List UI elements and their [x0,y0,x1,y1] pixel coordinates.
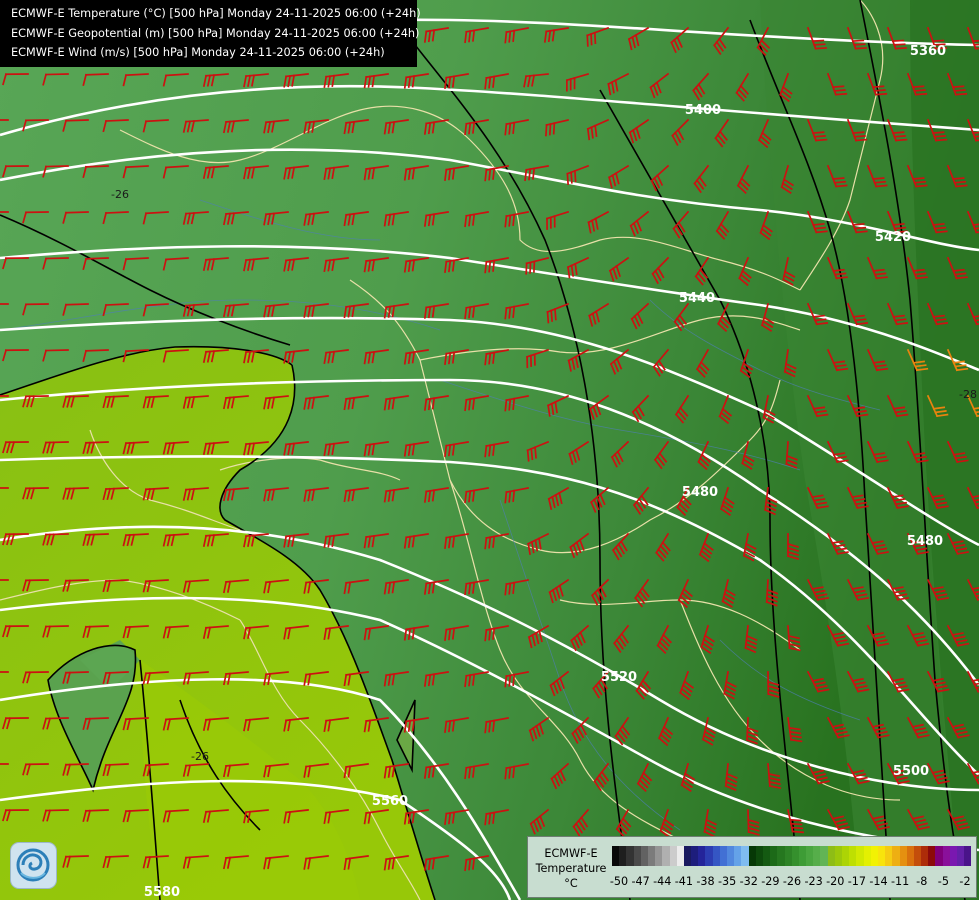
geopotential-label: 5420 [875,230,911,245]
legend-swatch [834,846,842,866]
legend-swatch [647,846,656,866]
legend-swatch [885,846,893,866]
legend-swatch [640,846,648,866]
swirl-logo-graphic [16,848,50,882]
legend-swatch [727,846,735,866]
geopotential-label: 5500 [893,764,929,779]
legend-swatch [612,846,620,866]
legend-swatch [813,846,821,866]
legend-swatch [899,846,907,866]
isotherm-label: -26 [191,750,209,763]
geopotential-label: 5560 [372,794,408,809]
legend-tick-label: -23 [804,875,823,888]
legend-color-scale [612,846,972,866]
legend-swatch [762,846,771,866]
legend-swatch [921,846,929,866]
legend-tick-label: -20 [826,875,845,888]
legend-swatch [949,846,957,866]
legend-swatch [691,846,699,866]
legend-swatch [892,846,900,866]
legend-swatch [619,846,627,866]
legend-swatch [820,846,828,866]
isotherm-label: -26 [111,188,129,201]
legend-title: ECMWF-E Temperature °C [534,846,608,891]
legend-swatch [698,846,706,866]
legend-tick-label: -5 [937,875,949,888]
geopotential-label: 5580 [144,885,180,900]
legend-tick-label: -50 [609,875,629,888]
legend-swatch [755,846,763,866]
legend-swatch [942,846,950,866]
weather-map[interactable]: 5360 5400 5420 5440 5480 5480 5500 5520 5560 5580… [0,0,979,900]
legend-swatch [870,846,878,866]
legend-swatch [626,846,634,866]
legend-swatch [849,846,857,866]
legend-title-line-3: °C [564,877,578,890]
legend-swatch [633,846,641,866]
legend-tick-label: -41 [674,875,694,888]
legend-swatch [935,846,943,866]
legend-swatch [734,846,742,866]
swirl-logo-icon[interactable] [11,843,56,888]
geopotential-label: 5480 [907,534,943,549]
layer-title-temperature: ECMWF-E Temperature (°C) [500 hPa] Monda… [11,7,421,20]
isotherm-label: -28 [959,388,977,401]
legend-swatch [928,846,936,866]
geopotential-label: 5400 [685,103,721,118]
legend-tick-label: -11 [890,875,910,888]
geopotential-label: 5480 [682,485,718,500]
legend-swatch [913,846,922,866]
legend-tick-label: -44 [653,875,672,888]
legend-swatch [676,846,684,866]
legend-swatch [662,846,670,866]
legend-swatch [719,846,727,866]
temperature-legend: ECMWF-E Temperature °C -50 -47 -44 -41 -38 -3… [527,836,977,898]
legend-swatch [856,846,864,866]
legend-title-line-1: ECMWF-E [544,847,598,860]
legend-tick-label: -2 [959,875,971,888]
layer-info-panel: ECMWF-E Temperature (°C) [500 hPa] Monda… [0,0,421,67]
legend-tick-label: -47 [631,875,650,888]
legend-swatch [806,846,814,866]
legend-swatch [784,846,792,866]
legend-swatch [842,846,850,866]
legend-swatch [683,846,692,866]
legend-swatch [741,846,749,866]
legend-swatch [964,846,972,866]
legend-swatch [957,846,965,866]
geopotential-label: 5360 [910,44,946,59]
legend-swatch [748,846,756,866]
legend-swatch [877,846,886,866]
legend-title-line-2: Temperature [535,862,607,875]
legend-swatch [705,846,713,866]
legend-swatch [655,846,663,866]
legend-swatch [791,846,799,866]
legend-tick-label: -26 [782,875,802,888]
legend-swatch [770,846,778,866]
legend-swatch [712,846,720,866]
map-canvas: 5360 5400 5420 5440 5480 5480 5500 5520 5560 5580… [0,0,979,900]
legend-tick-label: -35 [717,875,737,888]
legend-tick-label: -14 [869,875,888,888]
legend-swatch [863,846,871,866]
legend-tick-label: -38 [696,875,715,888]
layer-title-geopotential: ECMWF-E Geopotential (m) [500 hPa] Monda… [11,26,420,40]
legend-swatch [798,846,807,866]
legend-swatch [906,846,914,866]
legend-swatch [827,846,835,866]
geopotential-label: 5440 [679,291,715,306]
geopotential-label: 5520 [601,670,637,685]
legend-tick-label: -17 [847,875,867,888]
legend-swatch [669,846,677,866]
legend-tick-label: -32 [739,875,758,888]
legend-tick-labels: -50 -47 -44 -41 -38 -35 -32 -29 -26 -23 -20 -17 -14-… [609,875,972,889]
layer-title-wind: ECMWF-E Wind (m/s) [500 hPa] Monday 24-1… [11,46,385,59]
legend-tick-label: -29 [761,875,780,888]
legend-swatch [777,846,785,866]
legend-tick-label: -8 [916,875,928,888]
